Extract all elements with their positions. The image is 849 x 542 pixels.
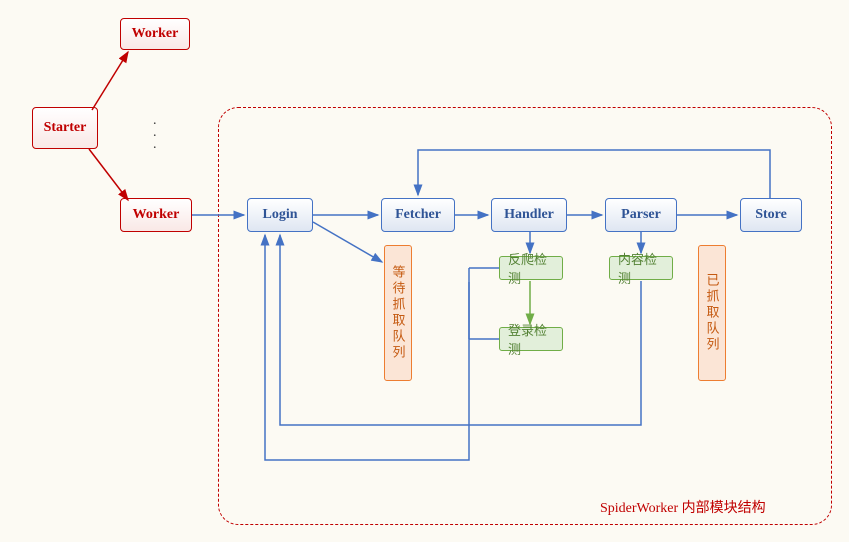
anticrawl-node: 反爬检测 [499,256,563,280]
fetcher-node: Fetcher [381,198,455,232]
waiting-queue-node: 等待抓取队列 [384,245,412,381]
store-node: Store [740,198,802,232]
login-node: Login [247,198,313,232]
container-caption: SpiderWorker 内部模块结构 [600,497,766,517]
spiderworker-container [218,107,832,525]
login-check-node: 登录检测 [499,327,563,351]
starter-node: Starter [32,107,98,149]
worker-node-top: Worker [120,18,190,50]
ellipsis-dots: ... [153,118,157,148]
content-check-node: 内容检测 [609,256,673,280]
handler-node: Handler [491,198,567,232]
worker-node-bottom: Worker [120,198,192,232]
done-queue-node: 已抓取队列 [698,245,726,381]
parser-node: Parser [605,198,677,232]
